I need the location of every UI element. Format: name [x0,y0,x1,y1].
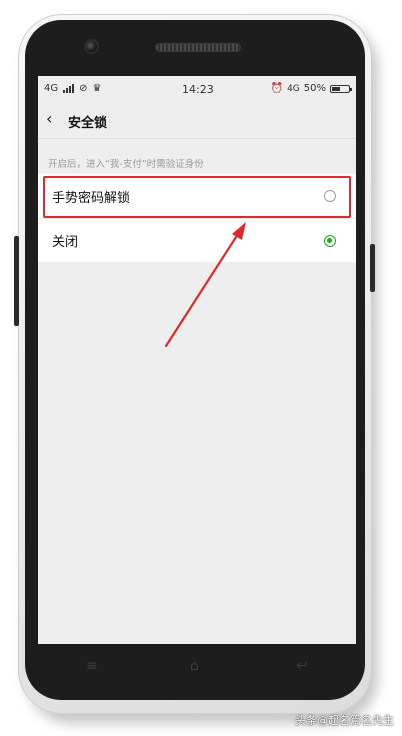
page-header: ‹ 安全锁 [38,102,356,139]
alarm-icon: ⏰ [270,83,284,94]
hint-text: 开启后，进入“我-支付”时需验证身份 [48,159,204,170]
radio-unselected-icon[interactable] [324,190,336,202]
menu-icon[interactable]: ≡ [86,658,98,674]
earpiece-speaker [156,44,240,51]
lock-option-list: 手势密码解锁 关闭 [38,174,356,262]
notification-icon: ⊘ [79,83,88,94]
radio-selected-icon[interactable] [324,235,336,247]
crown-icon: ♛ [92,83,102,94]
option-gesture-unlock[interactable]: 手势密码解锁 [38,174,356,218]
phone-screen: 4G ⊘ ♛ 14:23 ⏰ 4G 50% ‹ 安全锁 开启后，进入“我-支付”… [38,76,356,644]
option-off[interactable]: 关闭 [38,218,356,262]
back-chevron-icon[interactable]: ‹ [46,109,52,128]
option-label: 手势密码解锁 [52,190,131,206]
watermark: 头条@起名篇名先生 [295,714,394,727]
volume-button [370,244,375,292]
back-arrow-icon[interactable]: ↩ [296,658,308,674]
battery-level [332,86,340,91]
nav-bar: ≡ ⌂ ↩ [38,644,356,688]
network-type: 4G [44,83,59,94]
home-icon[interactable]: ⌂ [190,658,199,674]
status-bar: 4G ⊘ ♛ 14:23 ⏰ 4G 50% [38,76,356,102]
status-time: 14:23 [182,83,214,96]
page-title: 安全锁 [68,116,108,131]
battery-percent: 50% [303,83,326,94]
option-label: 关闭 [52,235,79,250]
power-button [14,236,19,326]
signal-icon [63,84,75,93]
battery-icon [330,84,352,93]
mobile-data-badge: 4G [287,83,300,94]
front-camera [86,41,97,52]
